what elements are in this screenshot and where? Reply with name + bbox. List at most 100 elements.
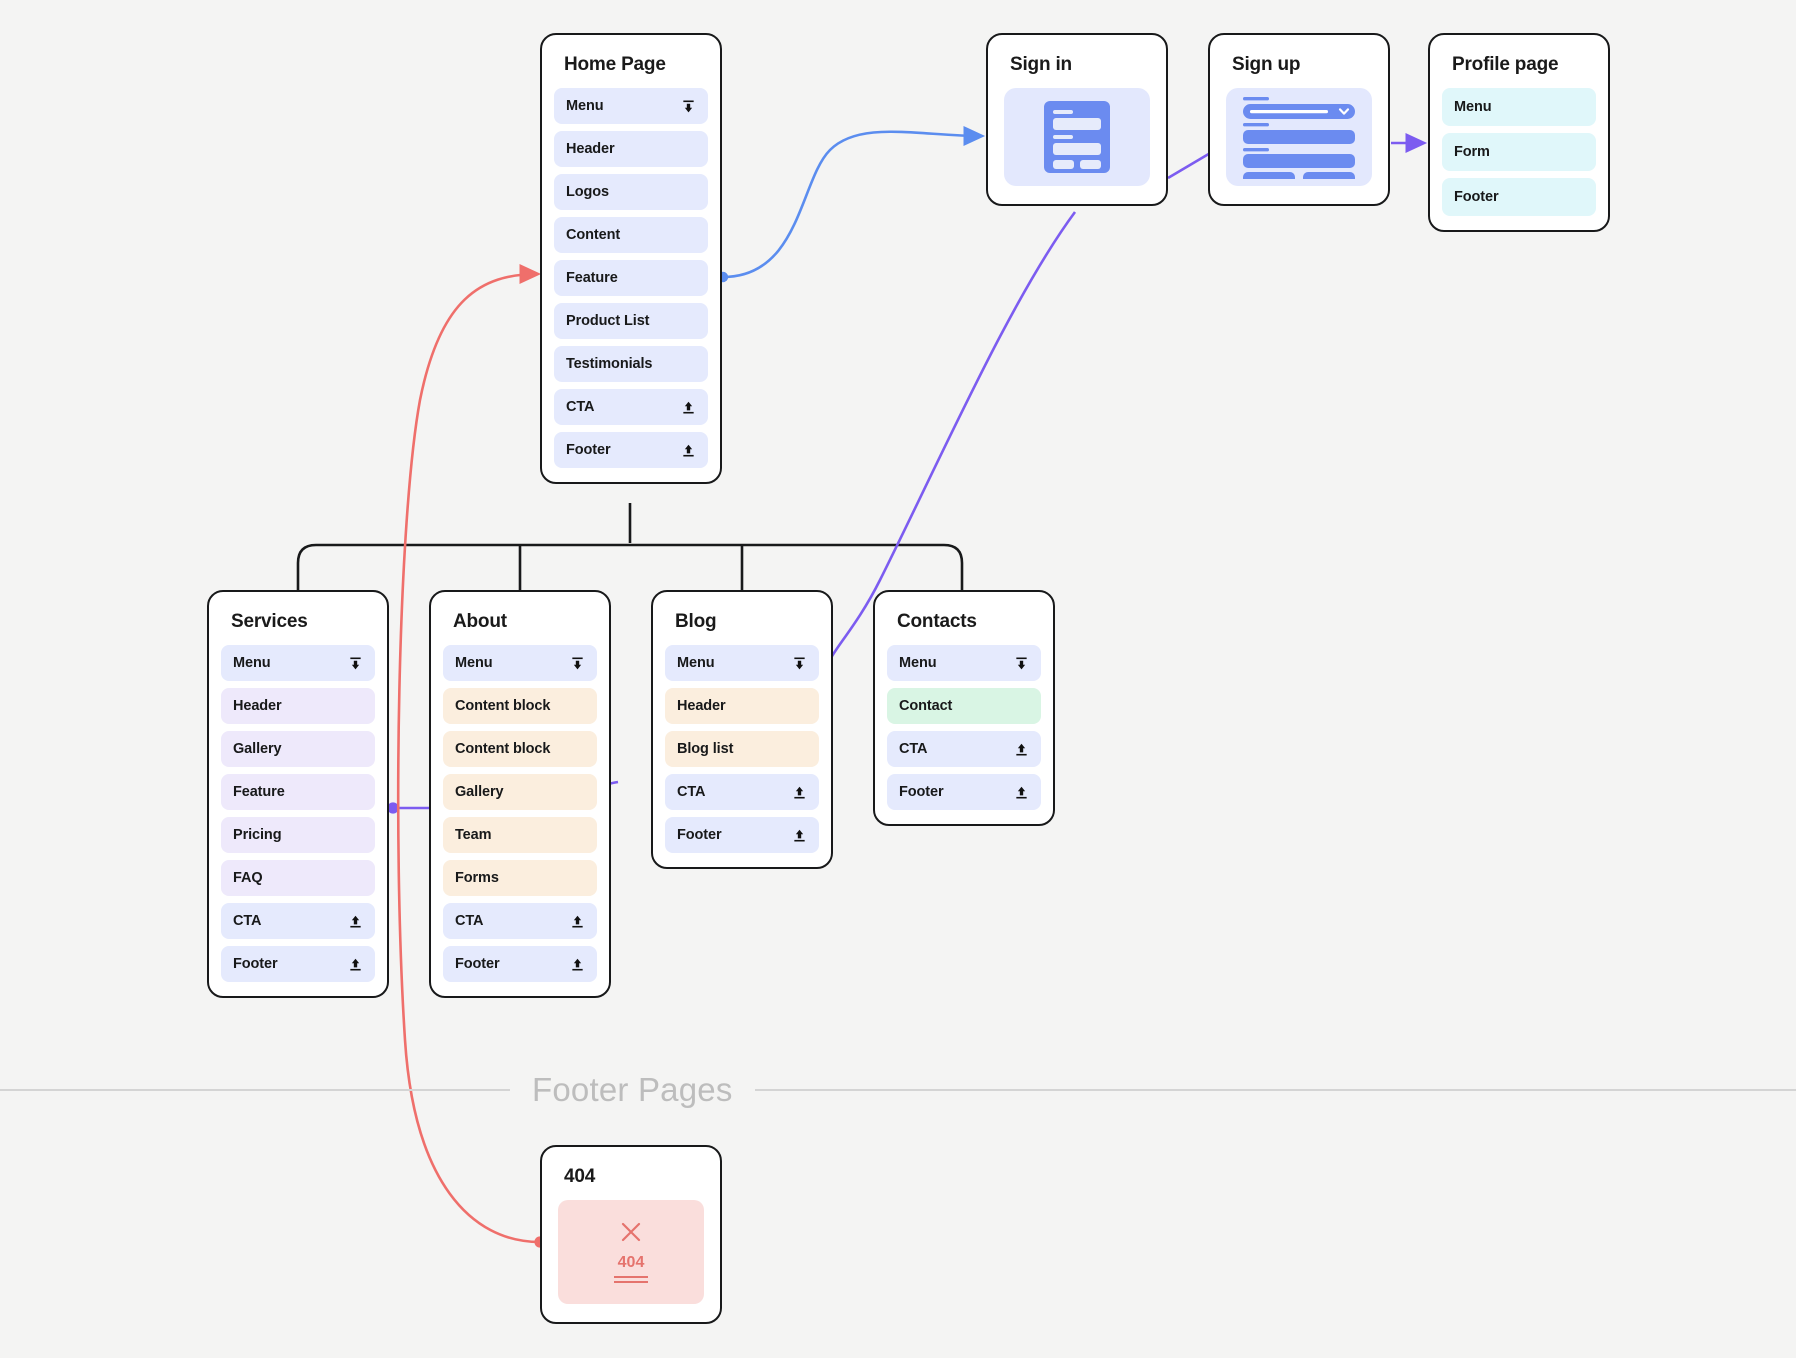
divider-rule-left: [0, 1089, 510, 1091]
sitemap-canvas: Footer Pages Home Page Menu Header Logos Co…: [0, 0, 1796, 1358]
card-row[interactable]: Header: [665, 688, 819, 724]
card-home-page[interactable]: Home Page Menu Header Logos Content Feature P…: [540, 33, 722, 484]
card-row-label: Header: [566, 141, 615, 157]
card-sign-in[interactable]: Sign in: [986, 33, 1168, 206]
card-row[interactable]: Header: [554, 131, 708, 167]
card-row[interactable]: Pricing: [221, 817, 375, 853]
card-row-label: CTA: [233, 913, 262, 929]
card-row[interactable]: Menu: [221, 645, 375, 681]
card-row[interactable]: Testimonials: [554, 346, 708, 382]
card-row-label: Feature: [566, 270, 618, 286]
pin-top-icon: [350, 657, 361, 669]
error-404-illustration: 404: [558, 1200, 704, 1304]
card-title: About: [453, 611, 507, 632]
card-row-label: Team: [455, 827, 492, 843]
card-row[interactable]: Footer: [443, 946, 597, 982]
card-row[interactable]: Menu: [554, 88, 708, 124]
card-row[interactable]: Form: [1442, 133, 1596, 171]
signup-form-illustration: [1226, 88, 1372, 186]
pin-bottom-icon: [350, 958, 361, 970]
card-row-label: Menu: [899, 655, 937, 671]
card-row-label: Footer: [233, 956, 278, 972]
login-form-glyph: [1044, 101, 1110, 173]
card-services[interactable]: Services Menu Header Gallery Feature Pricing…: [207, 590, 389, 998]
card-row-label: Forms: [455, 870, 499, 886]
card-rows: Menu Header Logos Content Feature Product Lis…: [554, 88, 708, 468]
card-row[interactable]: Content block: [443, 731, 597, 767]
card-row[interactable]: Footer: [221, 946, 375, 982]
card-row-label: Gallery: [233, 741, 282, 757]
card-row[interactable]: Contact: [887, 688, 1041, 724]
card-title: Sign up: [1232, 54, 1301, 75]
card-rows: Menu Content block Content block Gallery Tea…: [443, 645, 597, 982]
card-row[interactable]: Footer: [665, 817, 819, 853]
card-row-label: Contact: [899, 698, 953, 714]
card-row[interactable]: Gallery: [221, 731, 375, 767]
card-row[interactable]: Content block: [443, 688, 597, 724]
pin-bottom-icon: [683, 401, 694, 413]
card-row[interactable]: CTA: [221, 903, 375, 939]
card-row[interactable]: CTA: [665, 774, 819, 810]
card-profile-page[interactable]: Profile page Menu Form Footer: [1428, 33, 1610, 232]
card-row[interactable]: Content: [554, 217, 708, 253]
card-row-label: Logos: [566, 184, 609, 200]
card-row[interactable]: CTA: [887, 731, 1041, 767]
card-row[interactable]: Menu: [1442, 88, 1596, 126]
card-row[interactable]: Blog list: [665, 731, 819, 767]
card-rows: Menu Form Footer: [1442, 88, 1596, 216]
divider-rule-right: [754, 1089, 1796, 1091]
card-row[interactable]: Forms: [443, 860, 597, 896]
card-row-label: Menu: [566, 98, 604, 114]
divider-title: Footer Pages: [532, 1070, 733, 1108]
card-row[interactable]: CTA: [443, 903, 597, 939]
card-about[interactable]: About Menu Content block Content block Gall…: [429, 590, 611, 998]
card-row[interactable]: Footer: [1442, 178, 1596, 216]
card-row[interactable]: Product List: [554, 303, 708, 339]
pin-bottom-icon: [1016, 743, 1027, 755]
card-row[interactable]: Header: [221, 688, 375, 724]
pin-bottom-icon: [683, 444, 694, 456]
card-row-label: Header: [233, 698, 282, 714]
card-title: Home Page: [564, 54, 666, 75]
card-row[interactable]: Footer: [887, 774, 1041, 810]
tree-connectors: [296, 503, 964, 593]
card-row-label: Menu: [233, 655, 271, 671]
pin-bottom-icon: [794, 786, 805, 798]
card-contacts[interactable]: Contacts Menu Contact CTA Footer: [873, 590, 1055, 826]
card-row[interactable]: Footer: [554, 432, 708, 468]
error-underline-1: [614, 1276, 648, 1278]
card-row[interactable]: CTA: [554, 389, 708, 425]
card-title: Contacts: [897, 611, 977, 632]
card-row[interactable]: Logos: [554, 174, 708, 210]
pin-bottom-icon: [572, 958, 583, 970]
card-blog[interactable]: Blog Menu Header Blog list CTA Footer: [651, 590, 833, 869]
card-rows: Menu Header Gallery Feature Pricing FAQ CTA Foo…: [221, 645, 375, 982]
card-row[interactable]: Menu: [665, 645, 819, 681]
card-row-label: Testimonials: [566, 356, 653, 372]
card-row[interactable]: Menu: [887, 645, 1041, 681]
card-sign-up[interactable]: Sign up: [1208, 33, 1390, 206]
card-row[interactable]: Feature: [554, 260, 708, 296]
card-title: Services: [231, 611, 308, 632]
card-row-label: Footer: [899, 784, 944, 800]
pin-bottom-icon: [794, 829, 805, 841]
login-form-illustration: [1004, 88, 1150, 186]
card-row-label: Menu: [1454, 99, 1492, 115]
card-404[interactable]: 404 404: [540, 1145, 722, 1324]
card-row-label: Header: [677, 698, 726, 714]
card-row-label: Form: [1454, 144, 1490, 160]
card-row-label: Footer: [566, 442, 611, 458]
close-x-icon: [621, 1222, 641, 1242]
signup-form-glyph: [1243, 97, 1355, 179]
card-row[interactable]: Team: [443, 817, 597, 853]
card-title: Sign in: [1010, 54, 1072, 75]
card-row[interactable]: Menu: [443, 645, 597, 681]
card-row[interactable]: Feature: [221, 774, 375, 810]
card-row-label: Footer: [455, 956, 500, 972]
card-row[interactable]: FAQ: [221, 860, 375, 896]
error-code-label: 404: [617, 1254, 645, 1271]
card-row-label: Content block: [455, 698, 551, 714]
card-title: 404: [564, 1166, 596, 1187]
card-row[interactable]: Gallery: [443, 774, 597, 810]
card-row-label: Footer: [677, 827, 722, 843]
